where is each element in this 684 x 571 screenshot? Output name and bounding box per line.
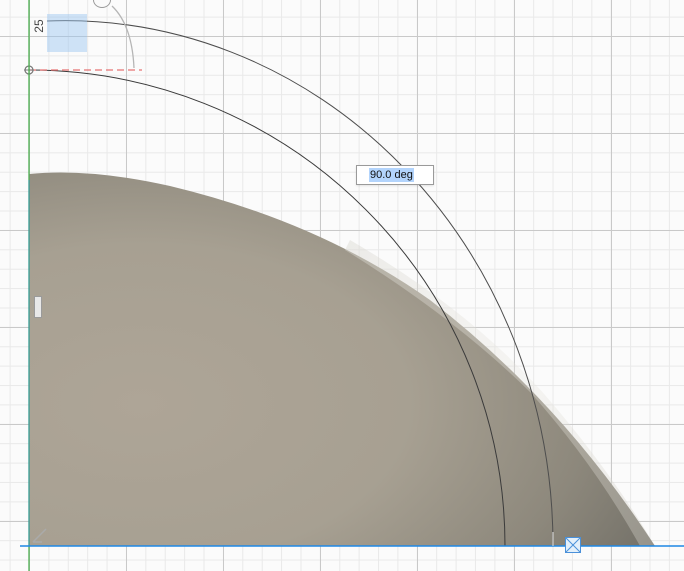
dimension-label[interactable]: 25	[29, 18, 49, 34]
handle-arc	[111, 5, 135, 69]
origin-icon	[30, 526, 50, 546]
sketch-geometry	[20, 0, 684, 571]
angle-input-field[interactable]: 90.0 deg	[356, 165, 434, 185]
angle-input-value[interactable]: 90.0 deg	[369, 168, 414, 182]
view-marker-icon[interactable]	[565, 537, 581, 553]
side-grip-handle[interactable]	[34, 296, 42, 318]
revolved-body[interactable]	[29, 172, 655, 547]
sketch-canvas[interactable]: 25 90.0 deg	[0, 0, 684, 571]
dimension-highlight	[47, 14, 87, 52]
